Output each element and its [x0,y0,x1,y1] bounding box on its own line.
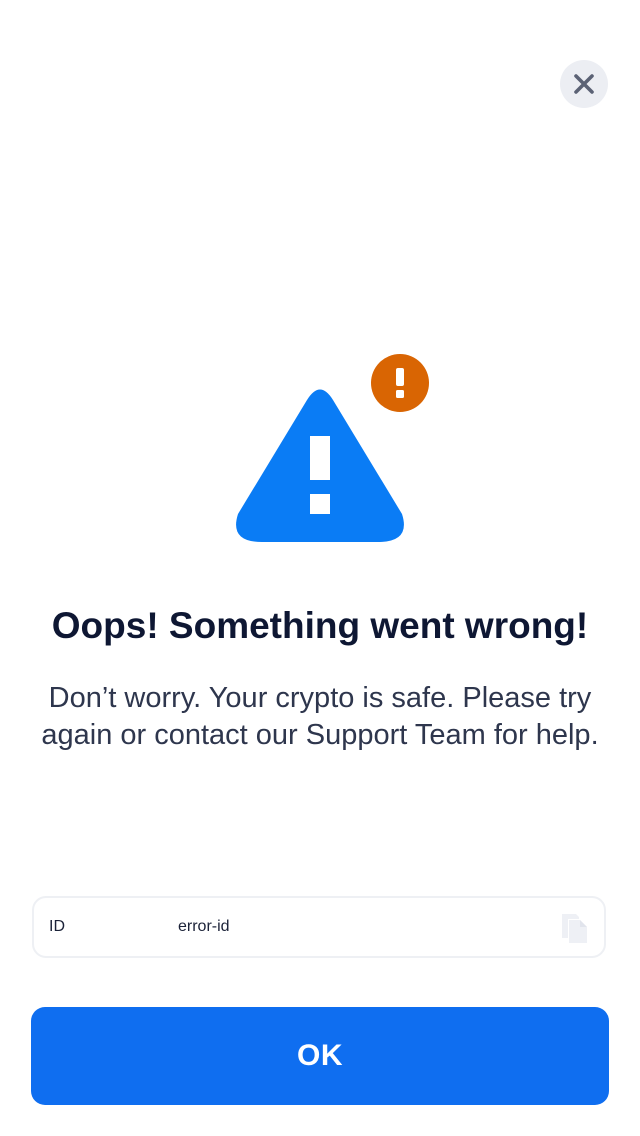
error-id-field: ID error-id [32,896,606,958]
copy-icon [562,914,587,943]
exclamation-badge-icon [371,354,429,412]
ok-button[interactable]: OK [31,1007,609,1105]
error-id-label: ID [49,918,65,935]
close-icon [574,74,594,94]
warning-triangle-icon [236,389,404,542]
error-message: Don’t worry. Your crypto is safe. Please… [41,682,599,751]
error-screen: Oops! Something went wrong! Don’t worry.… [0,0,640,1136]
copy-button[interactable] [560,912,588,944]
error-id-value: error-id [178,918,230,935]
error-title: Oops! Something went wrong! [51,605,589,646]
close-button[interactable] [560,60,608,108]
warning-illustration [230,352,430,544]
